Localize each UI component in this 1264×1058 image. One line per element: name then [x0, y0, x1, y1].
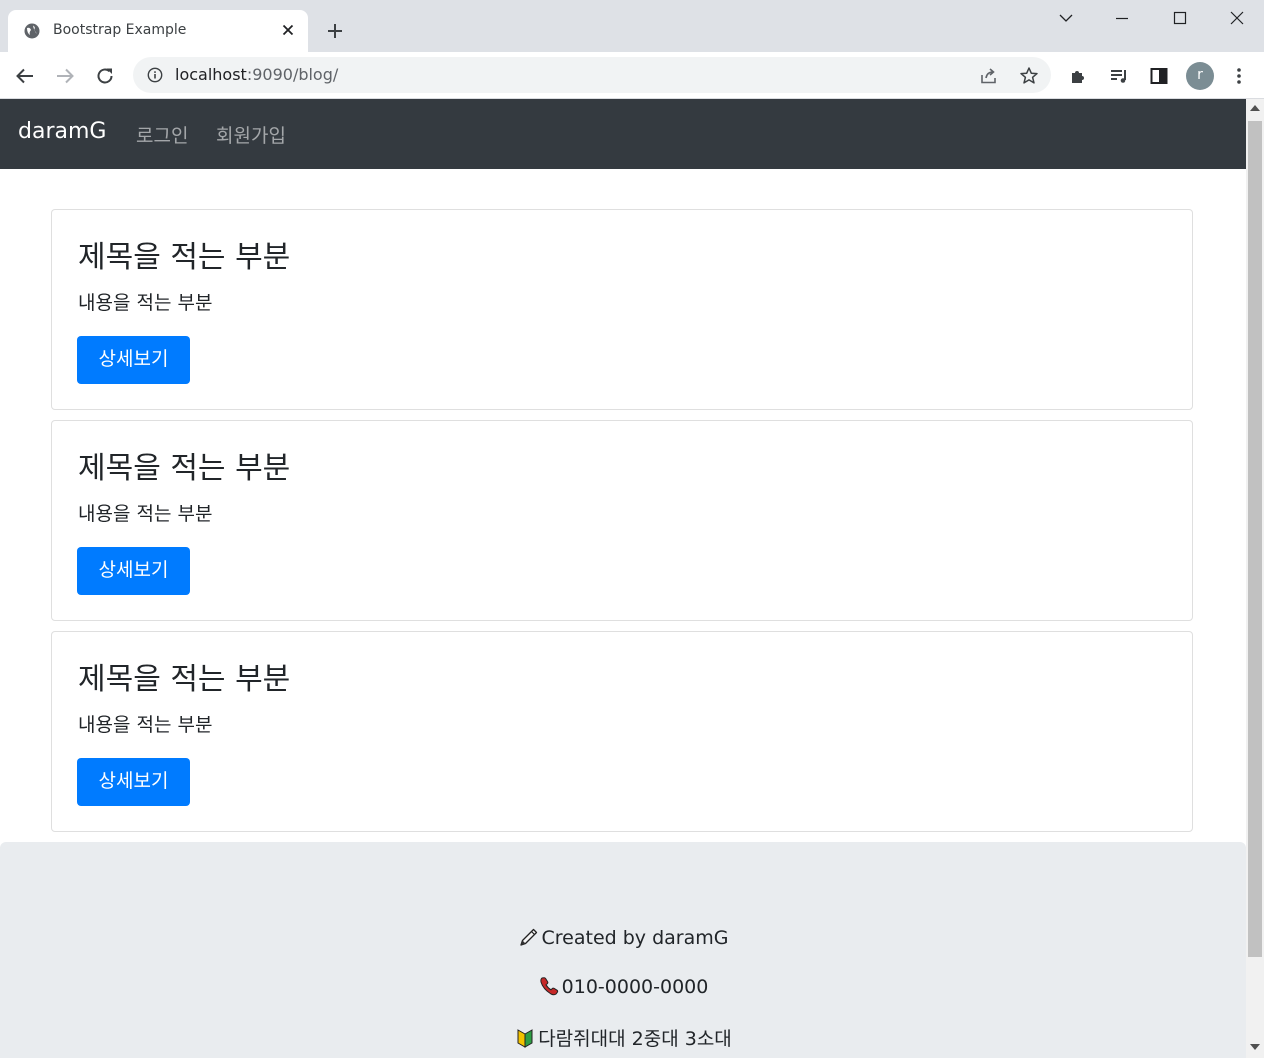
card-title: 제목을 적는 부분 — [78, 662, 291, 697]
forward-arrow-icon[interactable] — [54, 65, 76, 87]
close-tab-icon[interactable] — [280, 22, 296, 38]
phone-text: 010-0000-0000 — [561, 976, 709, 998]
footer-phone: 010-0000-0000 — [0, 975, 1246, 998]
new-tab-plus-icon[interactable] — [325, 21, 345, 41]
post-card: 제목을 적는 부분 내용을 적는 부분 상세보기 — [51, 209, 1193, 410]
url-text[interactable]: localhost:9090/blog/ — [175, 65, 338, 84]
scroll-down-arrow-icon[interactable] — [1250, 1043, 1260, 1051]
footer-unit: 다람쥐대대 2중대 3소대 — [0, 1024, 1246, 1051]
extensions-puzzle-icon[interactable] — [1068, 65, 1090, 87]
browser-tab-strip: Bootstrap Example — [0, 0, 1264, 52]
media-queue-icon[interactable] — [1108, 65, 1130, 87]
card-text: 내용을 적는 부분 — [78, 503, 213, 525]
minimize-icon[interactable] — [1112, 8, 1132, 28]
browser-toolbar: localhost:9090/blog/ r — [0, 52, 1264, 99]
globe-icon — [24, 23, 40, 39]
nav-link-signup[interactable]: 회원가입 — [216, 121, 286, 148]
pencil-icon — [519, 928, 537, 946]
address-bar[interactable]: localhost:9090/blog/ — [133, 57, 1051, 93]
url-path: :9090/blog/ — [246, 65, 339, 84]
card-title: 제목을 적는 부분 — [78, 451, 291, 486]
navbar-brand[interactable]: daramG — [18, 119, 106, 144]
maximize-icon[interactable] — [1170, 8, 1190, 28]
footer-jumbotron: Created by daramG 010-0000-0000 다람쥐대대 2중… — [0, 842, 1246, 1058]
tab-search-chevron-icon[interactable] — [1056, 8, 1076, 28]
close-window-icon[interactable] — [1227, 8, 1247, 28]
beginner-symbol-icon — [517, 1029, 533, 1048]
footer-created-by: Created by daramG — [0, 926, 1246, 949]
back-arrow-icon[interactable] — [14, 65, 36, 87]
nav-link-login[interactable]: 로그인 — [136, 121, 188, 148]
page-viewport: daramG 로그인 회원가입 제목을 적는 부분 내용을 적는 부분 상세보기… — [0, 99, 1246, 1058]
menu-kebab-icon[interactable] — [1228, 65, 1250, 87]
profile-avatar[interactable]: r — [1186, 62, 1214, 90]
unit-text: 다람쥐대대 2중대 3소대 — [538, 1028, 732, 1050]
browser-tab[interactable]: Bootstrap Example — [8, 10, 308, 52]
card-text: 내용을 적는 부분 — [78, 714, 213, 736]
share-icon[interactable] — [979, 66, 999, 86]
bookmark-star-icon[interactable] — [1019, 66, 1039, 86]
created-by-text: Created by daramG — [541, 927, 729, 949]
page-scrollbar[interactable] — [1246, 99, 1264, 1058]
scroll-thumb[interactable] — [1248, 121, 1262, 957]
detail-button[interactable]: 상세보기 — [77, 336, 190, 384]
detail-button[interactable]: 상세보기 — [77, 758, 190, 806]
side-panel-icon[interactable] — [1148, 65, 1170, 87]
post-card: 제목을 적는 부분 내용을 적는 부분 상세보기 — [51, 631, 1193, 832]
site-info-icon[interactable] — [147, 67, 163, 83]
card-text: 내용을 적는 부분 — [78, 292, 213, 314]
phone-icon — [540, 977, 558, 996]
card-title: 제목을 적는 부분 — [78, 240, 291, 275]
reload-icon[interactable] — [94, 65, 116, 87]
tab-title: Bootstrap Example — [53, 22, 187, 38]
detail-button[interactable]: 상세보기 — [77, 547, 190, 595]
post-card: 제목을 적는 부분 내용을 적는 부분 상세보기 — [51, 420, 1193, 621]
site-navbar: daramG 로그인 회원가입 — [0, 99, 1246, 169]
url-host: localhost — [175, 65, 247, 84]
scroll-up-arrow-icon[interactable] — [1250, 104, 1260, 112]
